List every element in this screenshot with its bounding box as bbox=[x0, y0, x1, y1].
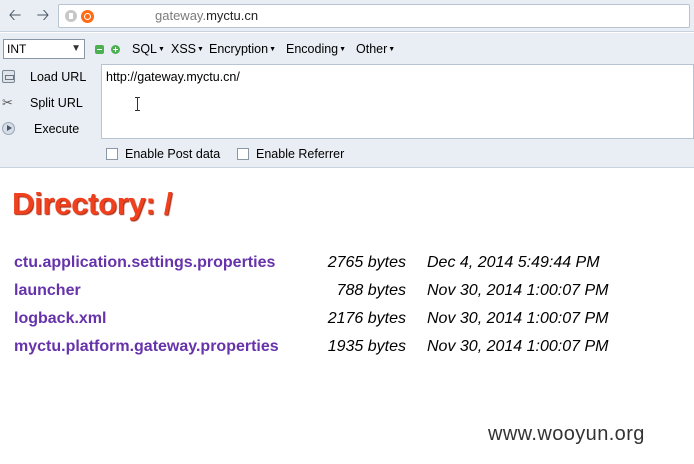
url-textarea-value: http://gateway.myctu.cn/ bbox=[106, 70, 240, 84]
execute-label: Execute bbox=[34, 122, 80, 136]
watermark: www.wooyun.org bbox=[488, 423, 645, 445]
enable-post-data-checkbox[interactable] bbox=[106, 148, 118, 160]
file-size: 2176 bytes bbox=[327, 310, 406, 327]
menu-other[interactable]: Other▼ bbox=[356, 42, 395, 56]
hackbar-toolbar: INT ▼ SQL▼ XSS▼ Encryption▼ Encoding▼ Ot… bbox=[0, 33, 694, 63]
url-textarea[interactable]: http://gateway.myctu.cn/ bbox=[101, 64, 694, 139]
list-item: launcher 788 bytes Nov 30, 2014 1:00:07 … bbox=[0, 280, 694, 304]
menu-encryption-label: Encryption bbox=[209, 42, 269, 56]
scissors-icon: ✂ bbox=[2, 95, 13, 110]
enable-referrer-label[interactable]: Enable Referrer bbox=[256, 147, 344, 161]
file-date: Nov 30, 2014 1:00:07 PM bbox=[427, 338, 609, 355]
load-url-button[interactable]: Load URL bbox=[0, 67, 100, 87]
load-url-icon bbox=[2, 70, 15, 83]
forward-arrow-icon[interactable]: 🡢 bbox=[32, 5, 54, 27]
file-link[interactable]: launcher bbox=[14, 282, 81, 300]
menu-encoding[interactable]: Encoding▼ bbox=[286, 42, 346, 56]
menu-encryption[interactable]: Encryption▼ bbox=[209, 42, 276, 56]
site-info-icon[interactable] bbox=[65, 10, 77, 22]
split-url-button[interactable]: ✂ Split URL bbox=[0, 93, 100, 113]
encoding-type-select[interactable]: INT ▼ bbox=[3, 39, 85, 59]
file-link[interactable]: ctu.application.settings.properties bbox=[14, 254, 275, 272]
file-size: 1935 bytes bbox=[327, 338, 406, 355]
file-date: Dec 4, 2014 5:49:44 PM bbox=[427, 254, 600, 271]
file-date: Nov 30, 2014 1:00:07 PM bbox=[427, 310, 609, 327]
split-url-label: Split URL bbox=[30, 96, 83, 110]
hackbar-panel: Load URL ✂ Split URL Execute http://gate… bbox=[0, 63, 694, 168]
back-arrow-icon[interactable]: 🡠 bbox=[4, 5, 26, 27]
menu-xss[interactable]: XSS▼ bbox=[171, 42, 204, 56]
menu-caret-icon: ▼ bbox=[388, 46, 396, 53]
encoding-type-value: INT bbox=[7, 42, 27, 56]
menu-sql-label: SQL bbox=[132, 42, 158, 56]
list-item: myctu.platform.gateway.properties 1935 b… bbox=[0, 336, 694, 360]
file-link[interactable]: logback.xml bbox=[14, 310, 106, 328]
list-item: logback.xml 2176 bytes Nov 30, 2014 1:00… bbox=[0, 308, 694, 332]
page-title: Directory: / bbox=[12, 186, 173, 221]
dropdown-arrow-icon: ▼ bbox=[71, 43, 81, 54]
menu-caret-icon: ▼ bbox=[158, 46, 165, 53]
menu-caret-icon: ▼ bbox=[339, 46, 347, 53]
address-bar[interactable]: gateway.myctu.cn bbox=[58, 4, 690, 28]
site-favicon-icon bbox=[81, 10, 94, 23]
file-size: 788 bytes bbox=[336, 282, 406, 299]
increase-button[interactable] bbox=[111, 45, 120, 54]
file-link[interactable]: myctu.platform.gateway.properties bbox=[14, 338, 279, 356]
menu-other-label: Other bbox=[356, 42, 388, 56]
menu-caret-icon: ▼ bbox=[197, 46, 204, 53]
url-prefix: gateway. bbox=[155, 8, 207, 23]
decrease-button[interactable] bbox=[95, 45, 104, 54]
text-cursor-icon bbox=[135, 97, 140, 111]
file-date: Nov 30, 2014 1:00:07 PM bbox=[427, 282, 609, 299]
menu-xss-label: XSS bbox=[171, 42, 197, 56]
play-icon bbox=[2, 122, 15, 135]
browser-navbar: 🡠 🡢 gateway.myctu.cn bbox=[0, 0, 694, 32]
menu-encoding-label: Encoding bbox=[286, 42, 339, 56]
file-size: 2765 bytes bbox=[327, 254, 406, 271]
menu-sql[interactable]: SQL▼ bbox=[132, 42, 165, 56]
enable-referrer-checkbox[interactable] bbox=[237, 148, 249, 160]
menu-caret-icon: ▼ bbox=[269, 46, 276, 53]
address-url[interactable]: gateway.myctu.cn bbox=[155, 8, 258, 23]
execute-button[interactable]: Execute bbox=[0, 119, 100, 139]
list-item: ctu.application.settings.properties 2765… bbox=[0, 252, 694, 276]
url-domain: myctu.cn bbox=[206, 8, 259, 23]
load-url-label: Load URL bbox=[30, 70, 87, 84]
enable-post-data-label[interactable]: Enable Post data bbox=[125, 147, 220, 161]
